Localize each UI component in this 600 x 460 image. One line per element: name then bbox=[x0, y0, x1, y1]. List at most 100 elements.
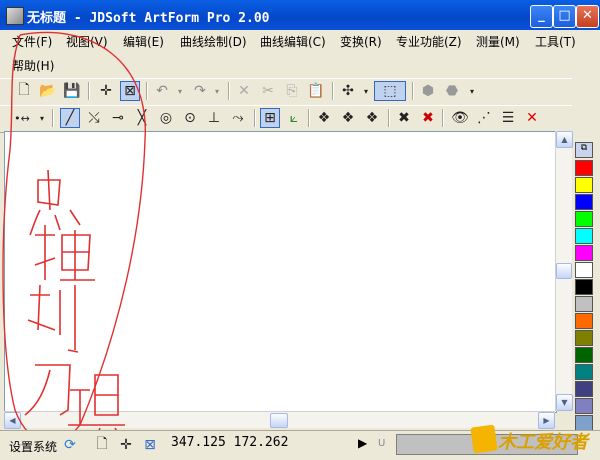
toolbar-separator bbox=[52, 109, 54, 127]
shade-icon[interactable]: ⬣ bbox=[442, 81, 462, 101]
palette-swatch[interactable] bbox=[575, 279, 593, 295]
line-icon[interactable]: ╱ bbox=[60, 108, 80, 128]
window-title: 无标题 - JDSoft ArtForm Pro 2.00 bbox=[27, 11, 270, 26]
vertical-scrollbar[interactable]: ▲ ▼ bbox=[555, 131, 573, 411]
maximize-button[interactable]: □ bbox=[553, 5, 576, 28]
toolbar-separator bbox=[332, 82, 334, 100]
menu-curve-draw[interactable]: 曲线绘制(D) bbox=[180, 33, 247, 50]
open-folder-icon[interactable]: 📂 bbox=[38, 81, 58, 101]
curve-trim-icon[interactable]: ⤳ bbox=[228, 108, 248, 128]
palette-swatch[interactable] bbox=[575, 245, 593, 261]
box-select-icon[interactable]: ⊠ bbox=[120, 81, 140, 101]
toolbar-separator bbox=[254, 109, 256, 127]
toolbar-separator bbox=[88, 82, 90, 100]
tangent-line-icon[interactable]: ⤯ bbox=[84, 108, 104, 128]
close-button[interactable]: ✕ bbox=[576, 5, 599, 28]
menu-file[interactable]: 文件(F) bbox=[12, 33, 52, 50]
redo-dropdown-icon[interactable]: ▾ bbox=[207, 81, 227, 101]
palette-swatch[interactable] bbox=[575, 398, 593, 414]
palette-swatch[interactable] bbox=[575, 262, 593, 278]
surface-trim-icon[interactable]: ❖ bbox=[362, 108, 382, 128]
save-icon[interactable]: 💾 bbox=[62, 81, 82, 101]
system-settings-label[interactable]: 设置系统 bbox=[9, 438, 57, 455]
toolbar-separator bbox=[388, 109, 390, 127]
palette-swatch[interactable] bbox=[575, 211, 593, 227]
render-icon[interactable]: ⬢ bbox=[418, 81, 438, 101]
axis-icon[interactable]: ⟀ bbox=[284, 108, 304, 128]
delete-all-icon[interactable]: ✕ bbox=[522, 108, 542, 128]
copy-icon[interactable]: ⎘ bbox=[282, 81, 302, 101]
toolbar-separator bbox=[412, 82, 414, 100]
cut-icon[interactable]: ✂ bbox=[258, 81, 278, 101]
node-delete-icon[interactable]: ✖ bbox=[418, 108, 438, 128]
palette-swatch[interactable] bbox=[575, 194, 593, 210]
menu-tools[interactable]: 工具(T) bbox=[535, 33, 576, 50]
move-point-icon[interactable]: •↔ bbox=[12, 108, 32, 128]
surface-edit-icon[interactable]: ❖ bbox=[338, 108, 358, 128]
watermark-text: 木工爱好者 bbox=[498, 432, 588, 453]
palette-swatch[interactable] bbox=[575, 330, 593, 346]
inspect-icon[interactable]: 👁 bbox=[450, 108, 470, 128]
horizontal-scroll-thumb[interactable] bbox=[270, 413, 288, 428]
intersect-icon[interactable]: ╳ bbox=[132, 108, 152, 128]
menu-view[interactable]: 视图(V) bbox=[66, 33, 108, 50]
toolbar-separator bbox=[228, 82, 230, 100]
title-bar: 无标题 - JDSoft ArtForm Pro 2.00 _ □ ✕ bbox=[0, 0, 600, 30]
menu-curve-edit[interactable]: 曲线编辑(C) bbox=[260, 33, 326, 50]
watermark-badge-icon bbox=[470, 424, 498, 454]
scroll-left-arrow-icon[interactable]: ◀ bbox=[4, 412, 21, 429]
move-dropdown-icon[interactable]: ▾ bbox=[32, 108, 52, 128]
snap-dropdown-icon[interactable]: ▾ bbox=[356, 81, 376, 101]
crosshair-icon[interactable]: ✛ bbox=[96, 81, 116, 101]
menu-measure[interactable]: 测量(M) bbox=[476, 33, 520, 50]
app-icon[interactable] bbox=[6, 7, 24, 25]
scroll-down-arrow-icon[interactable]: ▼ bbox=[556, 394, 573, 411]
refresh-icon[interactable]: ⟳ bbox=[60, 435, 80, 455]
play-icon[interactable]: ▶ bbox=[358, 436, 367, 450]
u-label: U bbox=[378, 438, 386, 449]
delete-icon[interactable]: ✕ bbox=[234, 81, 254, 101]
surface-icon[interactable]: ❖ bbox=[314, 108, 334, 128]
node-add-icon[interactable]: ✖ bbox=[394, 108, 414, 128]
vertical-scroll-thumb[interactable] bbox=[556, 263, 572, 279]
palette-swatch[interactable] bbox=[575, 296, 593, 312]
crosshair-status-icon[interactable]: ✛ bbox=[116, 435, 136, 455]
view-cube-icon[interactable]: ⬚ bbox=[374, 81, 406, 101]
menu-edit[interactable]: 编辑(E) bbox=[123, 33, 164, 50]
horizontal-line-icon[interactable]: ⊸ bbox=[108, 108, 128, 128]
menu-transform[interactable]: 变换(R) bbox=[340, 33, 382, 50]
scroll-up-arrow-icon[interactable]: ▲ bbox=[556, 131, 573, 148]
paste-icon[interactable]: 📋 bbox=[306, 81, 326, 101]
angle-icon[interactable]: ⊥ bbox=[204, 108, 224, 128]
palette-swatch[interactable] bbox=[575, 177, 593, 193]
watermark-logo: 木工爱好者 bbox=[470, 424, 595, 456]
box-status-icon[interactable]: ⊠ bbox=[140, 435, 160, 455]
palette-swatch[interactable] bbox=[575, 364, 593, 380]
circle-points-icon[interactable]: ⊙ bbox=[180, 108, 200, 128]
list-edit-icon[interactable]: ☰ bbox=[498, 108, 518, 128]
drawing-canvas[interactable] bbox=[4, 131, 557, 413]
toolbar-separator bbox=[308, 109, 310, 127]
grid-snap-icon[interactable]: ⊞ bbox=[260, 108, 280, 128]
drawing-toolbar: •↔ ▾ ╱ ⤯ ⊸ ╳ ◎ ⊙ ⊥ ⤳ ⊞ ⟀ ❖ ❖ ❖ ✖ ✖ 👁 ⋰ ☰… bbox=[0, 105, 572, 133]
snap-point-icon[interactable]: ✣ bbox=[338, 81, 358, 101]
palette-toggle-icon[interactable]: ⧉ bbox=[575, 142, 593, 158]
node-edit-icon[interactable]: ⋰ bbox=[474, 108, 494, 128]
undo-dropdown-icon[interactable]: ▾ bbox=[170, 81, 190, 101]
palette-swatch[interactable] bbox=[575, 347, 593, 363]
circle-icon[interactable]: ◎ bbox=[156, 108, 176, 128]
palette-swatch[interactable] bbox=[575, 228, 593, 244]
menu-bar: 文件(F) 视图(V) 编辑(E) 曲线绘制(D) 曲线编辑(C) 变换(R) … bbox=[0, 30, 600, 74]
menu-help[interactable]: 帮助(H) bbox=[12, 57, 54, 74]
toolbar-options-icon[interactable]: ▾ bbox=[462, 81, 482, 101]
menu-professional[interactable]: 专业功能(Z) bbox=[396, 33, 462, 50]
minimize-button[interactable]: _ bbox=[530, 5, 553, 28]
color-palette: ⧉ bbox=[573, 136, 597, 431]
palette-swatch[interactable] bbox=[575, 160, 593, 176]
new-file-icon[interactable]: 🗋 bbox=[14, 81, 34, 101]
standard-toolbar: 🗋 📂 💾 ✛ ⊠ ↶ ▾ ↷ ▾ ✕ ✂ ⎘ 📋 ✣ ▾ ⬚ ⬢ ⬣ ▾ bbox=[0, 78, 572, 106]
palette-swatch[interactable] bbox=[575, 381, 593, 397]
undo-icon[interactable]: ↶ bbox=[152, 81, 172, 101]
page-setup-icon[interactable]: 🗋 bbox=[92, 435, 112, 455]
palette-swatch[interactable] bbox=[575, 313, 593, 329]
